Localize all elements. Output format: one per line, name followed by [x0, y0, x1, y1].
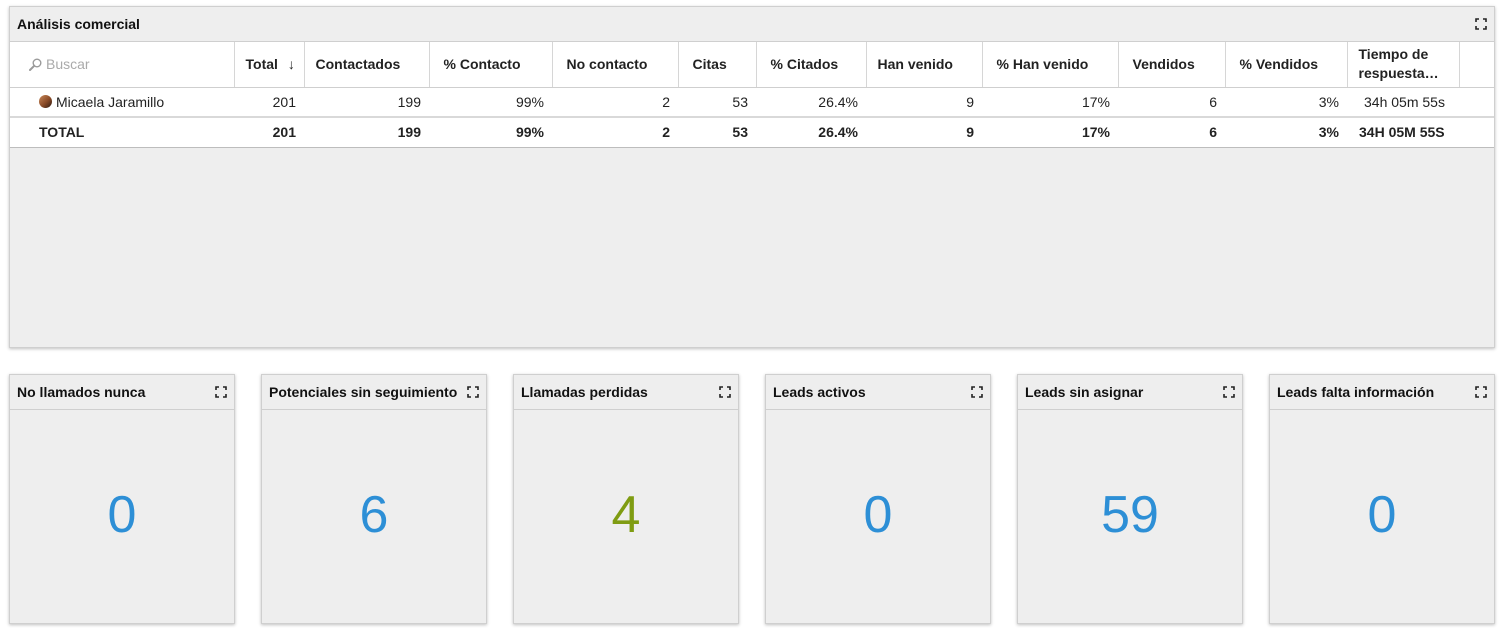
expand-icon[interactable]: [1475, 386, 1487, 398]
sort-desc-icon: ↓: [287, 55, 295, 72]
expand-icon[interactable]: [971, 386, 983, 398]
kpi-no-llamados-nunca[interactable]: No llamados nunca 0: [9, 374, 235, 624]
column-header-tiempo-respuesta[interactable]: Tiempo de respuesta…: [1347, 42, 1460, 88]
cell-vendidos: 6: [1118, 87, 1225, 118]
search-icon: [29, 58, 42, 71]
column-header-contactados[interactable]: Contactados: [304, 42, 430, 88]
total-spacer: [1459, 117, 1494, 148]
cell-pct-citados: 26.4%: [756, 87, 866, 118]
total-pct-contacto: 99%: [429, 117, 552, 148]
total-pct-citados: 26.4%: [756, 117, 866, 148]
analisis-comercial-panel: Análisis comercial Buscar Total ↓ Contact…: [9, 6, 1495, 348]
cell-total: 201: [234, 87, 304, 118]
kpi-value[interactable]: 0: [766, 485, 990, 545]
table-total-row: TOTAL 201 199 99% 2 53 26.4% 9 17% 6 3% …: [10, 117, 1494, 148]
kpi-potenciales-sin-seguimiento[interactable]: Potenciales sin seguimiento 6: [261, 374, 487, 624]
column-header-pct-citados[interactable]: % Citados: [756, 42, 867, 88]
kpi-value[interactable]: 4: [514, 485, 738, 545]
kpi-title: Leads sin asignar: [1025, 384, 1144, 400]
column-header-pct-contacto[interactable]: % Contacto: [429, 42, 553, 88]
kpi-value[interactable]: 0: [1270, 485, 1494, 545]
cell-pct-contacto: 99%: [429, 87, 552, 118]
row-name-cell[interactable]: Micaela Jaramillo: [10, 87, 234, 118]
expand-icon[interactable]: [1475, 18, 1487, 30]
total-vendidos: 6: [1118, 117, 1225, 148]
kpi-title: Leads falta información: [1277, 384, 1435, 400]
cell-han-venido: 9: [866, 87, 982, 118]
panel-title: Análisis comercial: [17, 16, 140, 32]
kpi-leads-sin-asignar[interactable]: Leads sin asignar 59: [1017, 374, 1243, 624]
total-pct-han-venido: 17%: [982, 117, 1118, 148]
total-no-contacto: 2: [552, 117, 678, 148]
kpi-leads-falta-informacion[interactable]: Leads falta información 0: [1269, 374, 1495, 624]
total-contactados: 199: [304, 117, 429, 148]
cell-pct-han-venido: 17%: [982, 87, 1118, 118]
table-row[interactable]: Micaela Jaramillo 201 199 99% 2 53 26.4%…: [10, 87, 1494, 118]
kpi-value[interactable]: 0: [10, 485, 234, 545]
analysis-table: Buscar Total ↓ Contactados % Contacto No …: [10, 42, 1494, 148]
cell-citas: 53: [678, 87, 756, 118]
panel-header: Análisis comercial: [10, 7, 1494, 42]
kpi-header: Llamadas perdidas: [514, 375, 738, 410]
kpi-header: Leads activos: [766, 375, 990, 410]
column-header-vendidos[interactable]: Vendidos: [1118, 42, 1226, 88]
total-total: 201: [234, 117, 304, 148]
total-citas: 53: [678, 117, 756, 148]
expand-icon[interactable]: [1223, 386, 1235, 398]
expand-icon[interactable]: [215, 386, 227, 398]
total-han-venido: 9: [866, 117, 982, 148]
table-header-row: Buscar Total ↓ Contactados % Contacto No …: [10, 42, 1494, 88]
column-header-spacer: [1459, 42, 1494, 88]
avatar: [39, 94, 52, 108]
search-input[interactable]: Buscar: [46, 55, 90, 74]
cell-pct-vendidos: 3%: [1225, 87, 1347, 118]
search-column-header[interactable]: Buscar: [10, 42, 235, 88]
cell-contactados: 199: [304, 87, 429, 118]
kpi-value[interactable]: 6: [262, 485, 486, 545]
kpi-value[interactable]: 59: [1018, 485, 1242, 545]
column-header-pct-han-venido[interactable]: % Han venido: [982, 42, 1119, 88]
kpi-title: No llamados nunca: [17, 384, 146, 400]
column-header-total[interactable]: Total ↓: [234, 42, 305, 88]
kpi-title: Leads activos: [773, 384, 866, 400]
expand-icon[interactable]: [719, 386, 731, 398]
kpi-leads-activos[interactable]: Leads activos 0: [765, 374, 991, 624]
column-header-han-venido[interactable]: Han venido: [866, 42, 983, 88]
cell-tiempo-respuesta: 34h 05m 55s: [1347, 87, 1459, 118]
total-label: TOTAL: [10, 117, 234, 148]
expand-icon[interactable]: [467, 386, 479, 398]
total-pct-vendidos: 3%: [1225, 117, 1347, 148]
kpi-llamadas-perdidas[interactable]: Llamadas perdidas 4: [513, 374, 739, 624]
kpi-title: Potenciales sin seguimiento: [269, 384, 458, 400]
column-header-pct-vendidos[interactable]: % Vendidos: [1225, 42, 1348, 88]
cell-no-contacto: 2: [552, 87, 678, 118]
kpi-title: Llamadas perdidas: [521, 384, 648, 400]
column-header-citas[interactable]: Citas: [678, 42, 757, 88]
kpi-header: Leads falta información: [1270, 375, 1494, 410]
kpi-header: No llamados nunca: [10, 375, 234, 410]
cell-spacer: [1459, 87, 1494, 118]
kpi-header: Potenciales sin seguimiento: [262, 375, 486, 410]
kpi-header: Leads sin asignar: [1018, 375, 1242, 410]
column-header-no-contacto[interactable]: No contacto: [552, 42, 679, 88]
total-tiempo-respuesta: 34H 05M 55S: [1347, 117, 1459, 148]
